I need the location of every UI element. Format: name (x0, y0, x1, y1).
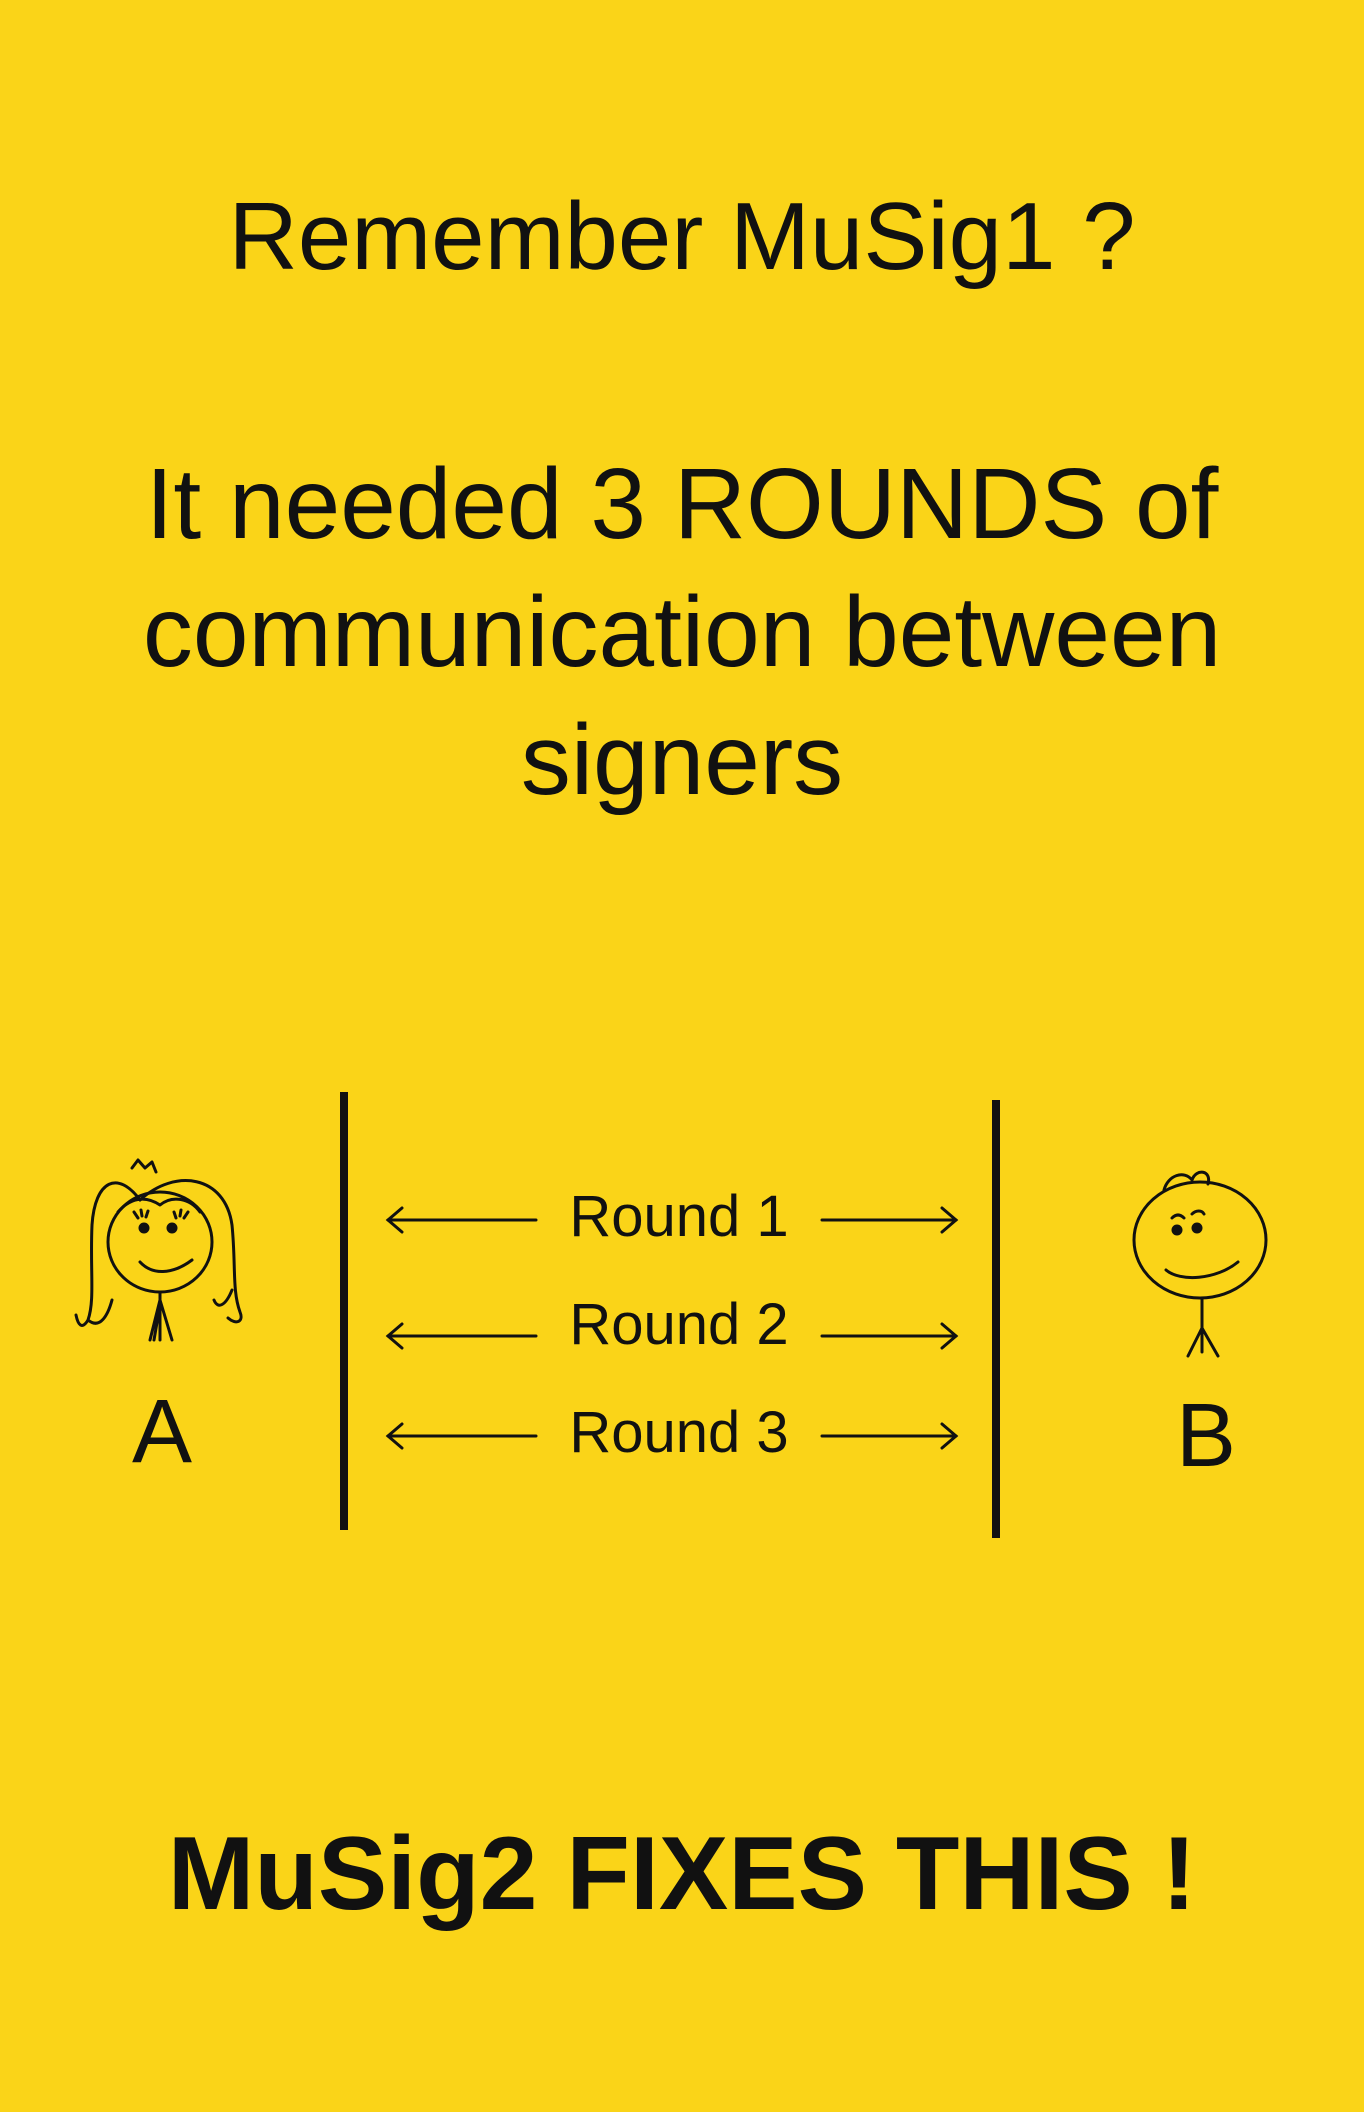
signer-a-smile (138, 1258, 194, 1273)
statement: It needed 3 ROUNDS of communication betw… (0, 440, 1364, 824)
signer-b-eye-right (1191, 1222, 1203, 1234)
heading: Remember MuSig1 ? (228, 183, 1136, 290)
signer-a-lashes-left (132, 1208, 150, 1220)
signer-b-body (1186, 1296, 1220, 1358)
signer-a-face (106, 1190, 214, 1294)
round-1-label: Round 1 (569, 1184, 788, 1249)
statement-line-3: signers (520, 704, 844, 816)
signer-b-label: B (1176, 1386, 1236, 1486)
signer-a-label: A (132, 1382, 192, 1482)
conclusion: MuSig2 FIXES THIS ! (167, 1816, 1197, 1932)
signer-a-eye-left (138, 1222, 150, 1234)
signer-a-eye-right (166, 1222, 178, 1234)
signer-b-brow-left (1170, 1213, 1186, 1220)
signer-a-lashes-right (172, 1208, 190, 1220)
signer-b-figure (1132, 1170, 1268, 1358)
signer-b-brow-right (1190, 1209, 1206, 1216)
communication-rounds-diagram: A B Round 1 Round 2 Round 3 (74, 1092, 1268, 1538)
statement-line-1: It needed 3 ROUNDS of (145, 448, 1219, 560)
signer-a-hair-tuft (130, 1158, 158, 1174)
round-3-label: Round 3 (569, 1400, 788, 1465)
signer-b-eye-left (1171, 1224, 1183, 1236)
signer-a-body (148, 1290, 174, 1342)
statement-line-2: communication between (142, 576, 1222, 688)
signer-b-head (1132, 1180, 1268, 1300)
signer-a-figure (74, 1158, 243, 1342)
round-2-label: Round 2 (569, 1292, 788, 1357)
signer-b-smile (1164, 1260, 1240, 1280)
